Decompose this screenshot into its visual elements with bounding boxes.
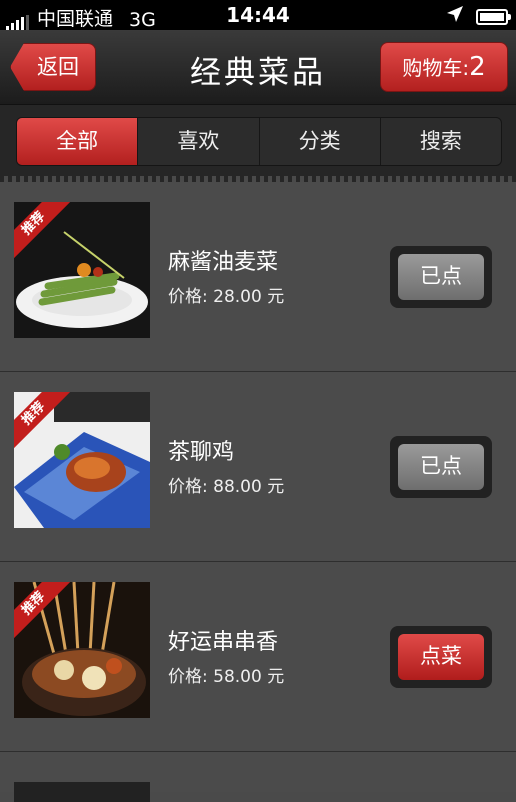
- location-icon: [446, 5, 464, 28]
- dish-price: 价格: 88.00 元: [168, 477, 285, 497]
- list-item[interactable]: [0, 752, 516, 802]
- order-button-frame: 点菜: [390, 626, 492, 688]
- ordered-button[interactable]: 已点: [398, 254, 484, 300]
- tab-bar: 全部 喜欢 分类 搜索: [16, 117, 502, 166]
- tab-search[interactable]: 搜索: [379, 118, 501, 165]
- dish-list[interactable]: 推荐 麻酱油麦菜 价格: 28.00 元 已点 推荐 茶聊鸡 价格: 88.00…: [0, 182, 516, 802]
- list-item[interactable]: 推荐 茶聊鸡 价格: 88.00 元 已点: [0, 372, 516, 562]
- dish-price: 价格: 28.00 元: [168, 287, 285, 307]
- dish-image[interactable]: 推荐: [14, 392, 150, 528]
- cart-count: 2: [469, 52, 486, 82]
- dish-price: 价格: 58.00 元: [168, 667, 285, 687]
- dish-name: 麻酱油麦菜: [168, 250, 279, 275]
- status-right: [446, 5, 511, 28]
- list-item[interactable]: 推荐 好运串串香 价格: 58.00 元 点菜: [0, 562, 516, 752]
- ordered-button[interactable]: 已点: [398, 444, 484, 490]
- dish-image[interactable]: 推荐: [14, 202, 150, 338]
- dish-image[interactable]: 推荐: [14, 582, 150, 718]
- tab-bar-area: 全部 喜欢 分类 搜索: [0, 105, 516, 179]
- dish-name: 好运串串香: [168, 630, 279, 655]
- battery-icon: [476, 8, 511, 25]
- order-button-frame: 已点: [390, 436, 492, 498]
- tab-favorites[interactable]: 喜欢: [137, 118, 258, 165]
- order-dish-button[interactable]: 点菜: [398, 634, 484, 680]
- tab-all[interactable]: 全部: [17, 118, 138, 165]
- list-item[interactable]: 推荐 麻酱油麦菜 价格: 28.00 元 已点: [0, 182, 516, 372]
- status-time: 14:44: [226, 3, 290, 27]
- cart-button[interactable]: 购物车:2: [380, 42, 508, 92]
- status-bar: 中国联通 3G 14:44: [0, 0, 516, 31]
- order-button-frame: 已点: [390, 246, 492, 308]
- dish-name: 茶聊鸡: [168, 440, 235, 465]
- nav-bar: 返回 经典菜品 购物车:2: [0, 30, 516, 105]
- tab-categories[interactable]: 分类: [258, 118, 380, 165]
- dish-image[interactable]: [14, 782, 150, 802]
- cart-label: 购物车:: [402, 56, 470, 80]
